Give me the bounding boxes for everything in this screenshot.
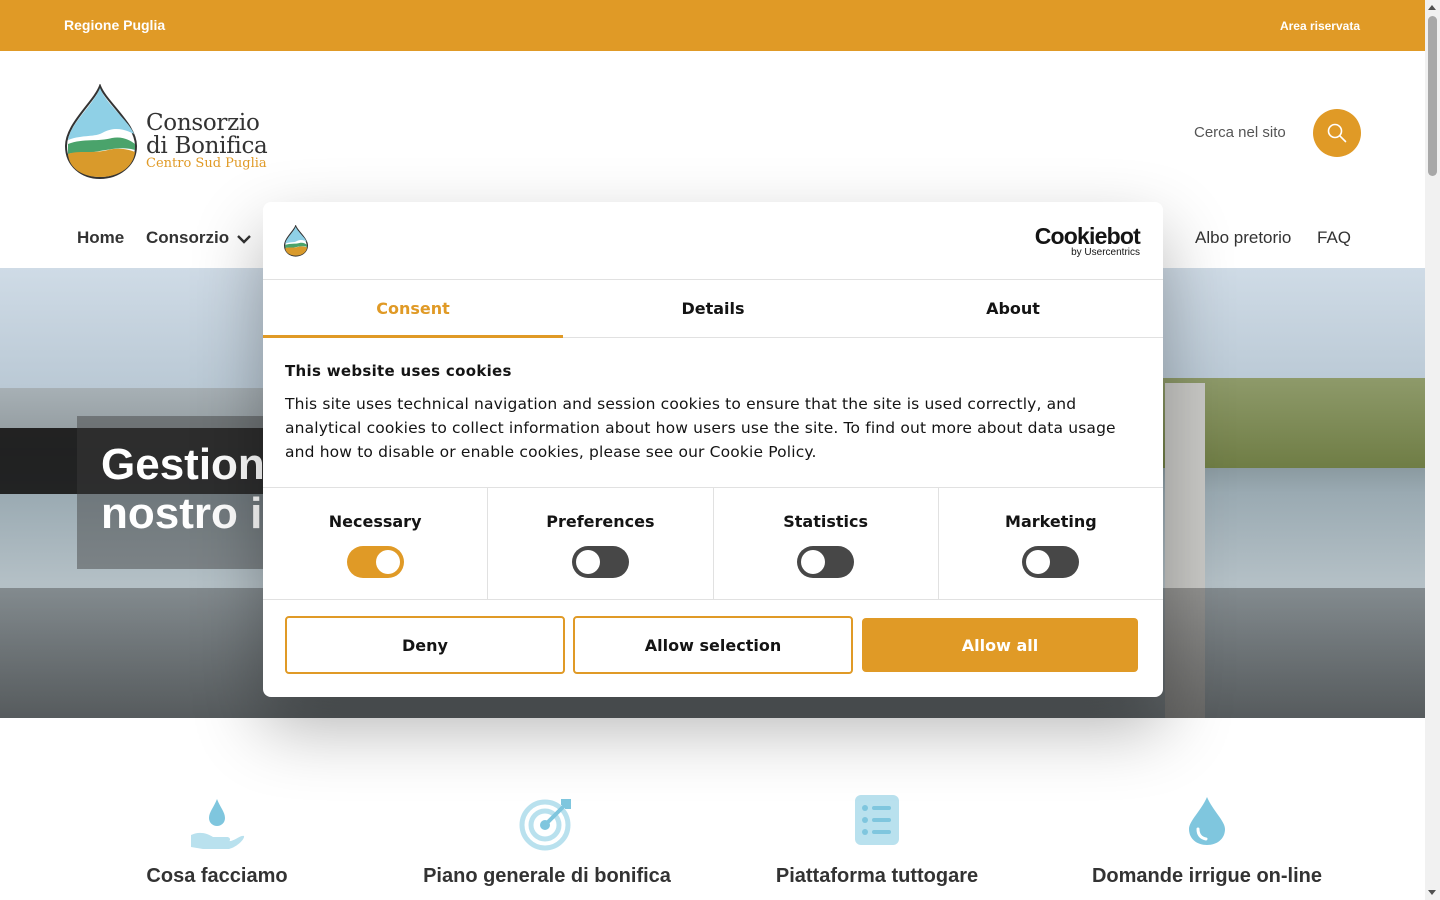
tab-details[interactable]: Details — [563, 280, 863, 337]
tab-consent[interactable]: Consent — [263, 280, 563, 338]
cookiebot-brand-sub: by Usercentrics — [1071, 247, 1140, 258]
category-label: Marketing — [1005, 512, 1097, 531]
nav-albo-pretorio[interactable]: Albo pretorio — [1195, 228, 1291, 248]
reserved-area-link[interactable]: Area riservata — [1280, 19, 1360, 33]
nav-consorzio[interactable]: Consorzio — [146, 228, 251, 248]
top-bar: Regione Puglia Area riservata — [0, 0, 1425, 51]
tile-cosa-facciamo[interactable]: Cosa facciamo — [67, 795, 367, 888]
nav-home[interactable]: Home — [77, 228, 124, 248]
hero-caption-line1: Gestione — [101, 440, 290, 489]
preferences-toggle[interactable] — [571, 546, 629, 578]
category-label: Necessary — [328, 512, 422, 531]
category-label: Statistics — [783, 512, 868, 531]
chevron-down-icon — [236, 234, 251, 244]
scroll-down-arrow-icon[interactable] — [1428, 890, 1436, 895]
tile-domande-irrigue[interactable]: Domande irrigue on-line — [1057, 795, 1357, 888]
allow-all-button[interactable]: Allow all — [862, 618, 1138, 672]
tile-label: Cosa facciamo — [146, 865, 288, 887]
hand-water-drop-icon — [191, 799, 245, 849]
cookiebot-logo[interactable]: Cookiebot by Usercentrics — [1034, 223, 1141, 258]
cookiebot-brand: Cookiebot — [1034, 223, 1141, 249]
cookie-tabs: Consent Details About — [263, 280, 1163, 338]
region-link[interactable]: Regione Puglia — [64, 17, 165, 33]
tile-label: Piano generale di bonifica — [423, 865, 671, 887]
marketing-toggle[interactable] — [1022, 546, 1080, 578]
cookie-dialog-header: Cookiebot by Usercentrics — [263, 202, 1163, 280]
deny-button[interactable]: Deny — [285, 616, 565, 674]
cookie-category-toggles: Necessary Preferences Statistics Marketi… — [263, 487, 1163, 600]
nav-faq[interactable]: FAQ — [1317, 228, 1351, 248]
tile-label: Domande irrigue on-line — [1091, 865, 1323, 887]
category-necessary: Necessary — [263, 488, 489, 599]
search-button[interactable] — [1313, 109, 1361, 157]
tile-label: Piattaforma tuttogare — [775, 865, 979, 887]
target-icon — [519, 799, 571, 851]
tile-piano-generale[interactable]: Piano generale di bonifica — [397, 795, 697, 888]
necessary-toggle[interactable] — [346, 546, 404, 578]
category-statistics: Statistics — [714, 488, 939, 599]
allow-selection-button[interactable]: Allow selection — [573, 616, 853, 674]
category-label: Preferences — [546, 512, 655, 531]
cookie-description: This site uses technical navigation and … — [285, 395, 1116, 461]
search-label[interactable]: Cerca nel sito — [1194, 124, 1286, 141]
search-icon — [1327, 123, 1347, 143]
category-preferences: Preferences — [488, 488, 714, 599]
logo-subtitle: Centro Sud Puglia — [146, 156, 267, 171]
category-marketing: Marketing — [939, 488, 1163, 599]
tile-piattaforma-tuttogare[interactable]: Piattaforma tuttogare — [727, 795, 1027, 888]
scroll-up-arrow-icon[interactable] — [1428, 5, 1436, 10]
nav-consorzio-label: Consorzio — [146, 228, 230, 247]
cookie-title: This website uses cookies — [285, 362, 512, 380]
scrollbar-thumb[interactable] — [1428, 16, 1437, 176]
list-icon — [855, 795, 899, 845]
water-drop-icon — [1189, 797, 1225, 845]
cookie-consent-dialog: Cookiebot by Usercentrics Consent Detail… — [263, 202, 1163, 697]
page-scrollbar[interactable] — [1425, 0, 1440, 900]
logo-drop-icon — [64, 84, 138, 180]
tab-about[interactable]: About — [863, 280, 1163, 337]
hero-caption: Gestione nostro i — [101, 440, 289, 538]
hero-caption-line2: nostro i — [101, 489, 263, 538]
site-logo-mini-icon — [284, 225, 308, 257]
site-logo[interactable]: Consorzio di Bonifica Centro Sud Puglia — [64, 84, 284, 180]
statistics-toggle[interactable] — [797, 546, 855, 578]
